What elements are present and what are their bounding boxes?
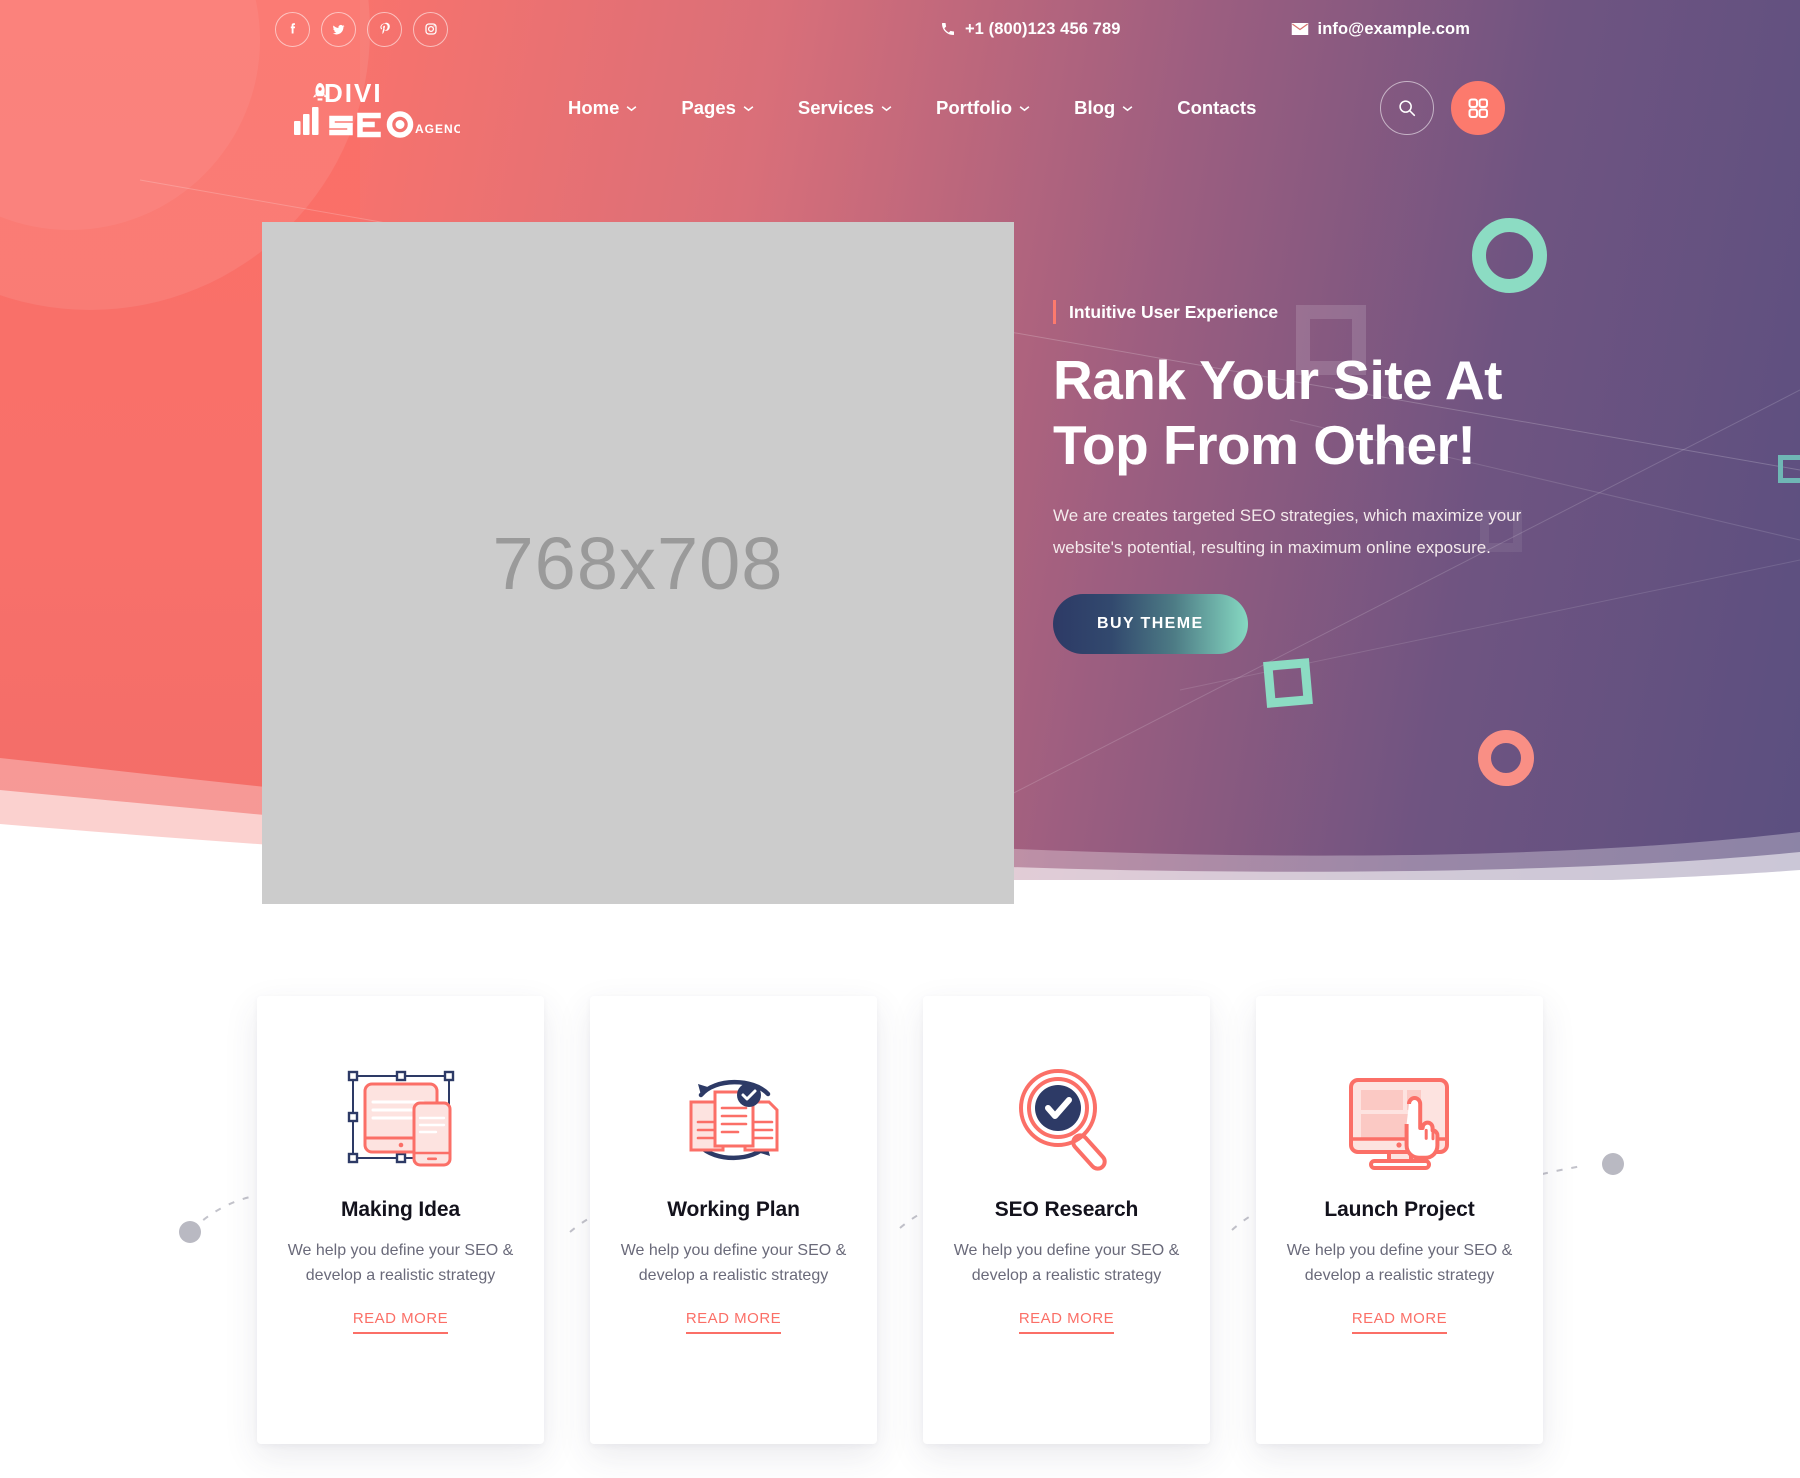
grid-menu-button[interactable]: [1451, 81, 1505, 135]
magnifier-check-icon: [1006, 1056, 1128, 1184]
twitter-icon[interactable]: [321, 11, 356, 47]
email-address: info@example.com: [1317, 19, 1470, 38]
eyebrow-accent-bar: [1053, 300, 1056, 324]
page-root: +1 (800)123 456 789 info@example.com DIV…: [0, 0, 1800, 1478]
responsive-devices-icon: [340, 1056, 462, 1184]
feature-cards: Making Idea We help you define your SEO …: [0, 996, 1800, 1444]
social-links: [275, 11, 448, 47]
decorative-square-mint: [1263, 658, 1313, 708]
feature-card[interactable]: SEO Research We help you define your SEO…: [923, 996, 1210, 1444]
read-more-link[interactable]: READ MORE: [1018, 1310, 1115, 1334]
site-logo[interactable]: DIVI AGENCY: [288, 77, 460, 139]
top-bar: +1 (800)123 456 789 info@example.com: [0, 0, 1800, 58]
nav-label: Services: [797, 97, 875, 118]
facebook-icon[interactable]: [275, 11, 310, 47]
nav-label: Portfolio: [936, 97, 1013, 118]
hero-image-placeholder: 768x708: [262, 222, 1014, 904]
feature-card[interactable]: Making Idea We help you define your SEO …: [257, 996, 544, 1444]
hero-title: Rank Your Site At Top From Other!: [1053, 348, 1573, 478]
card-description: We help you define your SEO & develop a …: [953, 1242, 1180, 1284]
eyebrow-text: Intuitive User Experience: [1069, 301, 1279, 322]
chevron-down-icon: [743, 105, 754, 111]
search-icon: [1399, 100, 1416, 117]
card-title: Launch Project: [1324, 1198, 1475, 1221]
nav-item-contacts[interactable]: Contacts: [1155, 97, 1278, 119]
nav-label: Blog: [1074, 97, 1116, 118]
documents-sync-icon: [673, 1056, 795, 1184]
nav-item-blog[interactable]: Blog: [1052, 97, 1155, 119]
pinterest-icon[interactable]: [367, 11, 402, 47]
decorative-ring-mint: [1472, 218, 1547, 293]
email-contact[interactable]: info@example.com: [1291, 20, 1470, 39]
nav-item-services[interactable]: Services: [776, 97, 914, 119]
read-more-link[interactable]: READ MORE: [352, 1310, 449, 1334]
card-title: Making Idea: [340, 1198, 461, 1221]
phone-contact[interactable]: +1 (800)123 456 789: [940, 20, 1121, 39]
decorative-square-teal: [1778, 455, 1800, 483]
hero-title-line2: Top From Other!: [1053, 413, 1476, 476]
chevron-down-icon: [881, 105, 892, 111]
chevron-down-icon: [1019, 105, 1030, 111]
phone-number: +1 (800)123 456 789: [964, 19, 1121, 38]
read-more-link[interactable]: READ MORE: [1351, 1310, 1448, 1334]
card-description: We help you define your SEO & develop a …: [287, 1242, 514, 1284]
card-description: We help you define your SEO & develop a …: [1286, 1242, 1513, 1284]
site-header: DIVI AGENCY Home Pages Servi: [0, 62, 1800, 154]
monitor-click-icon: [1339, 1056, 1461, 1184]
nav-item-portfolio[interactable]: Portfolio: [914, 97, 1052, 119]
placeholder-dimensions: 768x708: [492, 521, 784, 605]
grid-icon: [1468, 98, 1488, 118]
hero-subtitle: We are creates targeted SEO strategies, …: [1053, 505, 1522, 558]
hero-eyebrow: Intuitive User Experience: [1053, 300, 1573, 324]
decorative-ring-coral: [1478, 730, 1534, 786]
hero-title-line1: Rank Your Site At: [1053, 349, 1502, 411]
chevron-down-icon: [627, 105, 637, 111]
header-actions: [1380, 81, 1800, 135]
svg-text:DIVI: DIVI: [324, 78, 383, 108]
nav-label: Contacts: [1177, 97, 1257, 118]
card-title: Working Plan: [667, 1198, 800, 1221]
buy-theme-button[interactable]: BUY THEME: [1053, 594, 1248, 655]
chevron-down-icon: [1122, 105, 1133, 111]
instagram-icon[interactable]: [413, 11, 448, 47]
nav-item-pages[interactable]: Pages: [659, 97, 776, 119]
svg-text:AGENCY: AGENCY: [415, 122, 460, 136]
logo-mark: DIVI AGENCY: [294, 78, 460, 138]
nav-label: Pages: [681, 97, 736, 118]
hero-content: Intuitive User Experience Rank Your Site…: [1053, 300, 1573, 655]
feature-card[interactable]: Working Plan We help you define your SEO…: [590, 996, 877, 1444]
phone-icon: [941, 23, 954, 35]
mail-icon: [1291, 23, 1308, 35]
read-more-link[interactable]: READ MORE: [685, 1310, 782, 1334]
card-title: SEO Research: [994, 1198, 1139, 1221]
nav-item-home[interactable]: Home: [546, 97, 659, 119]
topbar-contacts: +1 (800)123 456 789 info@example.com: [940, 20, 1800, 39]
main-navigation: Home Pages Services Portfolio Blog Conta…: [546, 97, 1278, 119]
card-description: We help you define your SEO & develop a …: [620, 1242, 847, 1284]
feature-card[interactable]: Launch Project We help you define your S…: [1256, 996, 1543, 1444]
nav-label: Home: [568, 97, 620, 118]
search-button[interactable]: [1380, 81, 1434, 135]
